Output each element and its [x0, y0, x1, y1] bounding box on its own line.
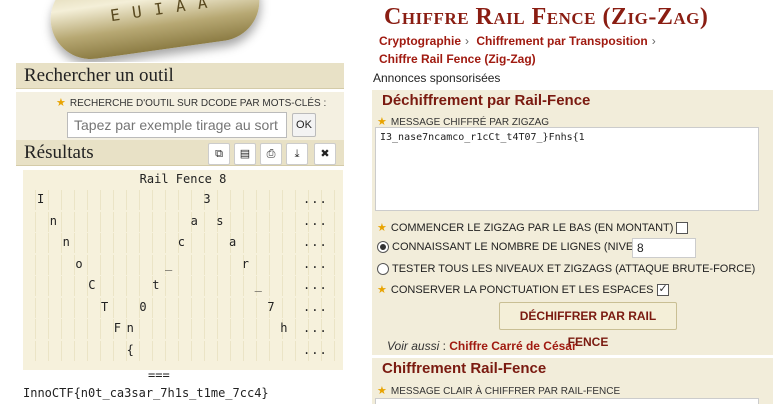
rail-char: t — [152, 278, 160, 292]
bruteforce-option: TESTER TOUS LES NIVEAUX ET ZIGZAGS (ATTA… — [377, 263, 755, 276]
star-icon: ★ — [56, 97, 66, 109]
rail-char: n — [62, 235, 70, 249]
rail-char: _ — [165, 256, 173, 271]
rail-ellipsis: ... — [303, 235, 328, 249]
rail-row: n a s... — [23, 211, 343, 232]
sponsored-label: Annonces sponsorisées — [373, 71, 501, 85]
cylinder-letter: A — [196, 0, 209, 13]
star-icon: ★ — [377, 385, 387, 397]
levels-input[interactable]: 8 — [632, 238, 696, 258]
rail-char: F — [113, 321, 122, 335]
breadcrumb: Cryptographie › Chiffrement par Transposi… — [379, 34, 656, 66]
save-icon[interactable]: ▤ — [234, 143, 256, 165]
results-title: Rail Fence 8 — [139, 172, 227, 186]
keep-punct-checkbox[interactable] — [656, 282, 669, 297]
search-header: Rechercher un outil — [16, 63, 344, 89]
rail-char: _ — [254, 278, 262, 292]
encrypt-title: Chiffrement Rail-Fence — [382, 360, 547, 377]
rail-ellipsis: ... — [303, 342, 328, 357]
rail-char: T — [101, 299, 109, 314]
cylinder-letter: I — [152, 0, 165, 20]
results-separator: === — [148, 368, 170, 382]
rail-ellipsis: ... — [303, 213, 328, 228]
decrypt-title: Déchiffrement par Rail-Fence — [382, 92, 591, 109]
close-icon[interactable]: ✖ — [314, 143, 336, 165]
star-icon: ★ — [377, 222, 387, 234]
results-heading: Résultats — [24, 142, 94, 163]
rail-char: a — [229, 235, 237, 249]
rail-ellipsis: ... — [303, 278, 328, 292]
rail-ellipsis: ... — [303, 321, 328, 335]
see-also: Voir aussi : Chiffre Carré de César — [387, 339, 577, 353]
rail-row: Fn h... — [23, 319, 343, 339]
rail-char: o — [75, 256, 83, 271]
search-ok-button[interactable]: OK — [292, 113, 316, 137]
search-box: ★ RECHERCHE D'OUTIL SUR DCODE PAR MOTS-CL… — [16, 92, 344, 142]
cryptex-image: E U I A A — [45, 0, 265, 62]
rail-char: a — [190, 213, 198, 228]
rail-char: { — [126, 342, 134, 357]
encrypt-message-label: ★ MESSAGE CLAIR À CHIFFRER PAR RAIL-FENCE — [377, 385, 621, 397]
cylinder-letter: A — [174, 0, 187, 16]
see-also-link[interactable]: Chiffre Carré de César — [449, 339, 576, 353]
download-icon[interactable]: ⤓ — [286, 143, 308, 165]
rail-row: T 0 7... — [23, 297, 343, 318]
page-title: Chiffre Rail Fence (Zig-Zag) — [384, 4, 709, 30]
keep-punct-option: ★ CONSERVER LA PONCTUATION ET LES ESPACES — [377, 282, 669, 297]
rail-char: r — [241, 256, 250, 271]
rail-char: 3 — [203, 192, 211, 206]
rail-char: 0 — [139, 299, 147, 314]
rail-char: n — [49, 213, 58, 228]
main-content: Chiffre Rail Fence (Zig-Zag) Cryptograph… — [362, 0, 773, 404]
breadcrumb-item[interactable]: Cryptographie — [379, 34, 461, 48]
encrypt-message-input[interactable] — [375, 398, 759, 404]
cipher-message-input[interactable]: I3_nase7ncamco_r1cCt_t4T07_}Fnhs{1 — [375, 127, 759, 211]
rail-ellipsis: ... — [303, 192, 328, 206]
decrypt-button[interactable]: DÉCHIFFRER PAR RAIL FENCE — [499, 302, 677, 349]
rail-char: I — [37, 192, 45, 206]
search-label-text: RECHERCHE D'OUTIL SUR DCODE PAR MOTS-CLÉ… — [69, 98, 327, 109]
rail-ellipsis: ... — [303, 299, 328, 314]
print-icon[interactable]: ⎙ — [260, 143, 282, 165]
left-panel: E U I A A Rechercher un outil ★ RECHERCHE… — [0, 0, 362, 404]
copy-icon[interactable]: ⧉ — [208, 143, 230, 165]
rail-ellipsis: ... — [303, 256, 328, 271]
rail-char: n — [126, 321, 134, 335]
search-label: ★ RECHERCHE D'OUTIL SUR DCODE PAR MOTS-CL… — [56, 96, 326, 109]
rail-char: s — [216, 213, 224, 228]
search-input[interactable] — [67, 112, 287, 138]
breadcrumb-item[interactable]: Chiffrement par Transposition — [476, 34, 647, 48]
rail-row: Ct _... — [23, 276, 343, 296]
logo-banner: E U I A A — [10, 0, 340, 62]
rail-char: c — [177, 235, 186, 249]
rail-row: n c a... — [23, 233, 343, 253]
breadcrumb-item[interactable]: Chiffre Rail Fence (Zig-Zag) — [379, 52, 536, 66]
cylinder-letter: U — [130, 1, 144, 23]
rail-char: C — [88, 278, 96, 292]
rail-row: I 3... — [23, 190, 343, 210]
start-bottom-checkbox[interactable] — [676, 222, 689, 235]
rail-char: h — [280, 321, 288, 335]
decoded-answer: InnoCTF{n0t_ca3sar_7h1s_t1me_7cc4} — [23, 386, 269, 400]
rail-row: o _ r... — [23, 254, 343, 275]
bruteforce-radio[interactable] — [377, 263, 389, 276]
rail-char: 7 — [267, 299, 275, 314]
cylinder-letter: E — [109, 5, 122, 26]
known-levels-option: CONNAISSANT LE NOMBRE DE LIGNES (NIVEAUX… — [377, 241, 660, 254]
start-bottom-option: ★ COMMENCER LE ZIGZAG PAR LE BAS (EN MONT… — [377, 221, 689, 235]
results-output: Rail Fence 8 I 3... n a s... n c a... o _ r... Ct _.… — [23, 170, 343, 370]
search-heading: Rechercher un outil — [24, 65, 174, 86]
results-header: Résultats ⧉ ▤ ⎙ ⤓ ✖ — [16, 140, 344, 166]
star-icon: ★ — [377, 284, 387, 296]
rail-row: {... — [23, 340, 343, 361]
known-levels-radio[interactable] — [377, 241, 389, 254]
